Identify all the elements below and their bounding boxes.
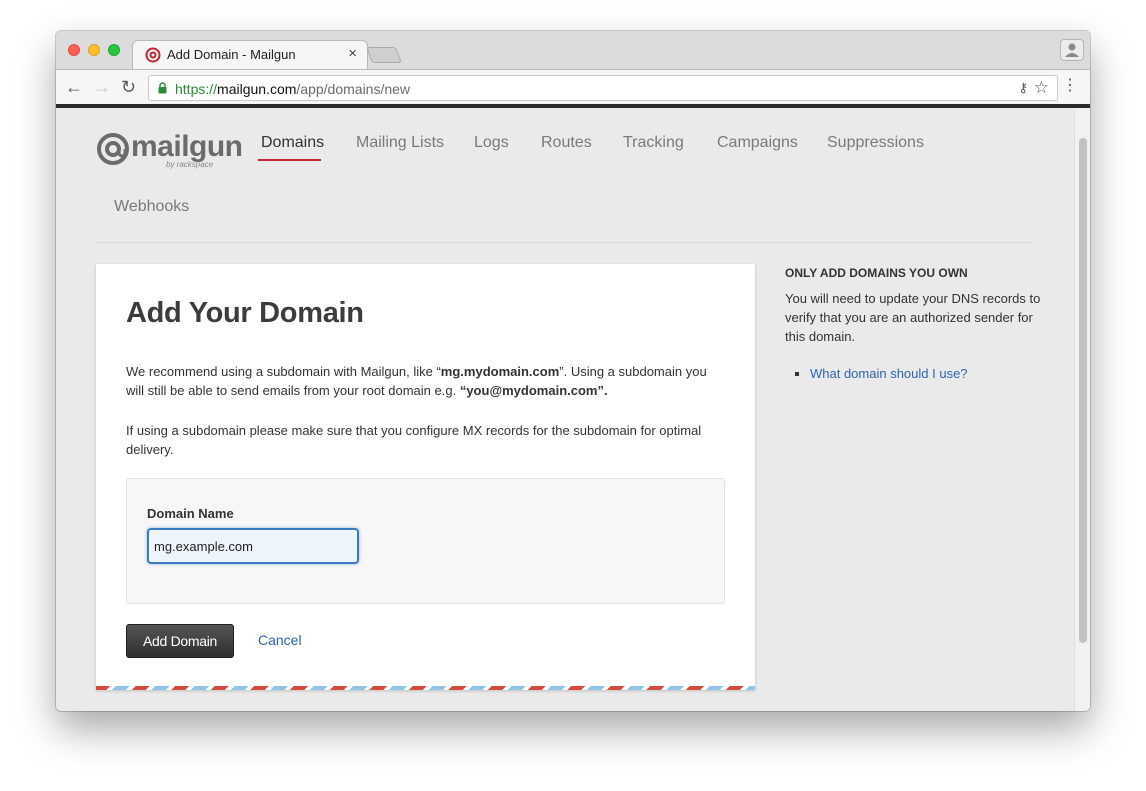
header-divider — [96, 242, 1034, 243]
zoom-window-button[interactable] — [108, 44, 120, 56]
page-title: Add Your Domain — [126, 297, 364, 329]
intro-text-1: We recommend using a subdomain with Mail… — [126, 364, 441, 379]
browser-tab[interactable]: Add Domain - Mailgun × — [132, 40, 368, 69]
sidebar-text: You will need to update your DNS records… — [785, 291, 1041, 344]
logo-wordmark: mailgun — [131, 130, 243, 163]
browser-toolbar: ← → ↻ https://mailgun.com/app/domains/ne… — [56, 69, 1090, 104]
add-domain-card: Add Your Domain We recommend using a sub… — [96, 264, 755, 690]
url-scheme: https:// — [175, 81, 218, 97]
intro-paragraph: We recommend using a subdomain with Mail… — [126, 362, 726, 400]
mx-note-paragraph: If using a subdomain please make sure th… — [126, 423, 702, 457]
mailgun-favicon-icon — [145, 47, 161, 63]
page-content: mailgun by rackspace Domains Mailing Lis… — [56, 108, 1074, 711]
tab-strip: Add Domain - Mailgun × — [56, 31, 1090, 69]
nav-mailing-lists[interactable]: Mailing Lists — [356, 134, 444, 152]
intro-example-subdomain: mg.mydomain.com — [440, 364, 560, 379]
new-tab-button[interactable] — [366, 47, 402, 63]
url-path: /app/domains/new — [296, 81, 411, 97]
lock-icon — [158, 82, 167, 94]
nav-webhooks[interactable]: Webhooks — [114, 198, 189, 216]
cancel-link[interactable]: Cancel — [258, 632, 302, 648]
key-icon[interactable]: ⚷ — [1018, 80, 1028, 96]
address-bar[interactable]: https://mailgun.com/app/domains/new ⚷ ☆ — [148, 75, 1058, 101]
domain-name-label: Domain Name — [147, 506, 234, 521]
more-menu-icon[interactable]: ⋮ — [1062, 78, 1078, 94]
airmail-stripe — [96, 686, 755, 690]
person-icon — [1065, 43, 1079, 57]
scrollbar-thumb[interactable] — [1079, 138, 1087, 643]
url-text: https://mailgun.com/app/domains/new — [175, 81, 410, 97]
domain-name-input[interactable] — [147, 528, 359, 564]
nav-logs[interactable]: Logs — [474, 134, 509, 152]
sidebar-links: What domain should I use? — [793, 366, 968, 381]
browser-window: Add Domain - Mailgun × ← → ↻ https://mai… — [56, 31, 1090, 711]
nav-campaigns[interactable]: Campaigns — [717, 134, 798, 152]
profile-button[interactable] — [1060, 39, 1084, 61]
nav-routes[interactable]: Routes — [541, 134, 592, 152]
nav-suppressions[interactable]: Suppressions — [827, 134, 924, 152]
domain-form-box: Domain Name — [126, 478, 725, 604]
mailgun-logo[interactable]: mailgun by rackspace — [96, 130, 243, 170]
domain-help-link[interactable]: What domain should I use? — [810, 366, 968, 381]
tab-title: Add Domain - Mailgun — [167, 47, 296, 62]
sidebar-title: ONLY ADD DOMAINS YOU OWN — [785, 266, 968, 280]
minimize-window-button[interactable] — [88, 44, 100, 56]
intro-example-root: “you@mydomain.com”. — [459, 383, 608, 398]
close-window-button[interactable] — [68, 44, 80, 56]
forward-arrow-icon[interactable]: → — [93, 78, 111, 96]
bookmark-star-icon[interactable]: ☆ — [1034, 78, 1049, 98]
sidebar-list-item: What domain should I use? — [810, 366, 968, 381]
logo-byline: by rackspace — [166, 160, 214, 169]
active-nav-underline — [258, 159, 321, 161]
nav-domains[interactable]: Domains — [261, 134, 324, 152]
back-arrow-icon[interactable]: ← — [65, 78, 83, 96]
at-sign-logo-icon — [97, 133, 129, 165]
url-host: mailgun.com — [217, 81, 297, 97]
nav-tracking[interactable]: Tracking — [623, 134, 684, 152]
add-domain-button[interactable]: Add Domain — [126, 624, 234, 658]
page-scrollbar[interactable] — [1074, 108, 1090, 711]
reload-icon[interactable]: ↻ — [121, 78, 136, 96]
tab-close-icon[interactable]: × — [348, 45, 357, 62]
